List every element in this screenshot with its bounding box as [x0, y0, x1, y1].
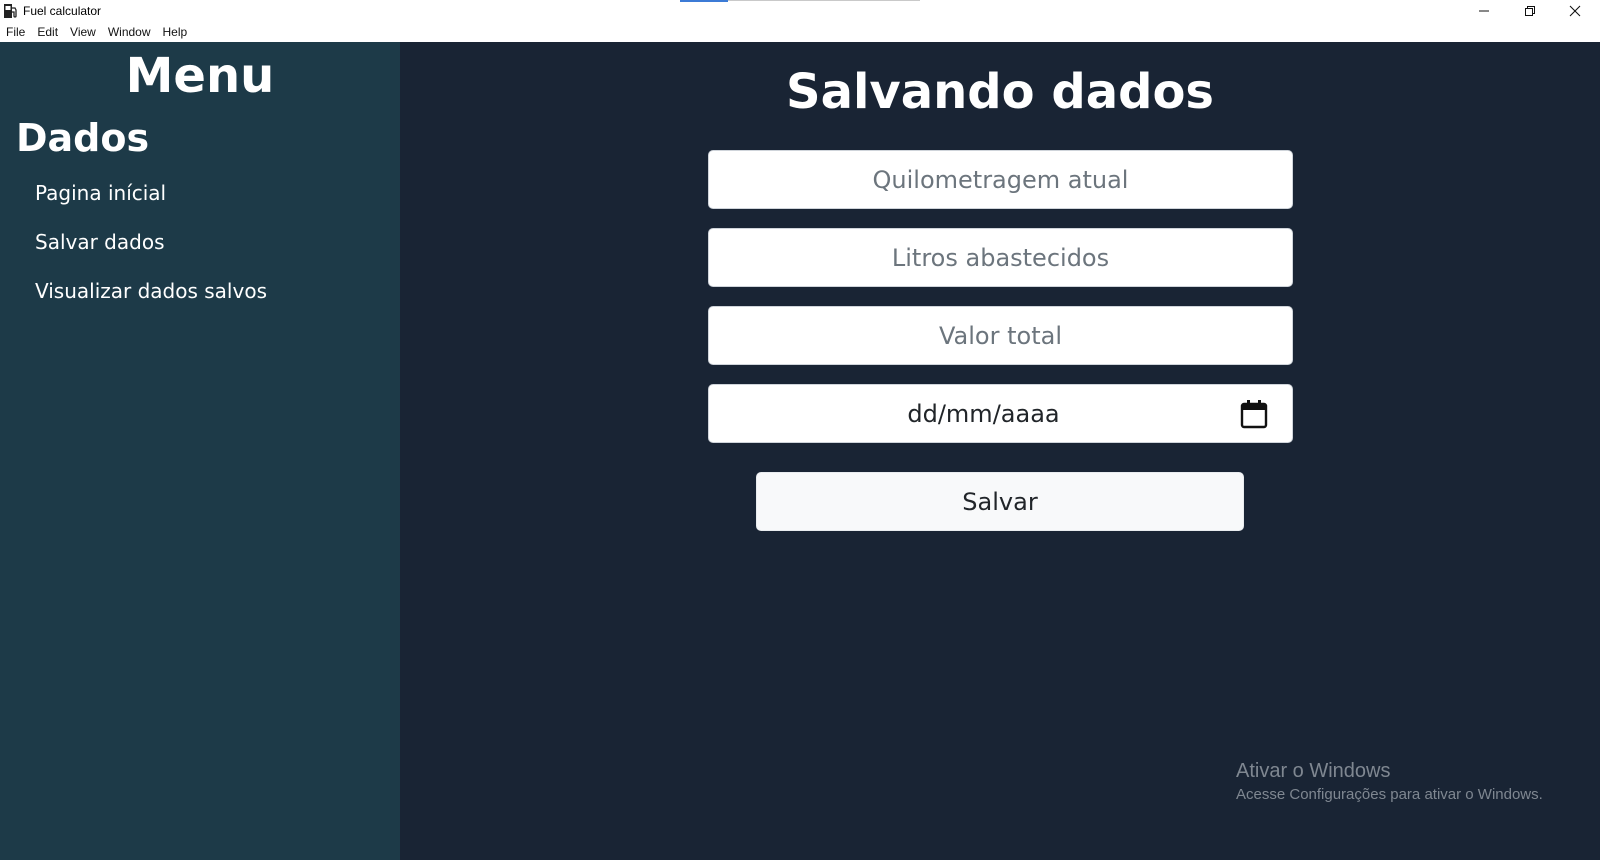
restore-button[interactable]	[1508, 0, 1552, 22]
watermark-title: Ativar o Windows	[1236, 760, 1391, 782]
sidebar: Menu Dados Pagina inícial Salvar dados V…	[0, 42, 400, 860]
close-icon	[1569, 5, 1581, 17]
watermark-subtitle: Acesse Configurações para ativar o Windo…	[1236, 786, 1543, 803]
close-button[interactable]	[1553, 0, 1597, 22]
sidebar-item-view-saved[interactable]: Visualizar dados salvos	[35, 279, 267, 303]
main-content: Salvando dados dd/mm/aaaa Salvar Ativar …	[400, 42, 1600, 860]
page-title: Salvando dados	[786, 64, 1214, 120]
sidebar-item-save-data[interactable]: Salvar dados	[35, 230, 164, 254]
menu-window[interactable]: Window	[108, 25, 151, 39]
liters-field-wrapper	[708, 228, 1293, 287]
date-input[interactable]: dd/mm/aaaa	[708, 384, 1293, 443]
restore-icon	[1525, 6, 1535, 16]
total-field-wrapper	[708, 306, 1293, 365]
title-bar: Fuel calculator	[0, 0, 1600, 22]
save-button[interactable]: Salvar	[756, 472, 1244, 531]
menu-view[interactable]: View	[70, 25, 96, 39]
menu-help[interactable]: Help	[163, 25, 188, 39]
date-value: dd/mm/aaaa	[907, 399, 1060, 428]
activation-watermark: Ativar o Windows Acesse Configurações pa…	[1236, 760, 1543, 803]
window-title: Fuel calculator	[23, 4, 102, 18]
odometer-input[interactable]	[709, 151, 1292, 208]
sidebar-section-title: Dados	[16, 116, 150, 160]
liters-input[interactable]	[709, 229, 1292, 286]
odometer-field-wrapper	[708, 150, 1293, 209]
calendar-icon[interactable]	[1240, 399, 1268, 429]
menu-bar: File Edit View Window Help	[0, 22, 1600, 42]
menu-file[interactable]: File	[6, 25, 25, 39]
sidebar-title: Menu	[125, 48, 275, 104]
total-value-input[interactable]	[709, 307, 1292, 364]
sidebar-item-home[interactable]: Pagina inícial	[35, 181, 166, 205]
minimize-icon	[1479, 10, 1489, 12]
title-accent	[680, 0, 728, 2]
minimize-button[interactable]	[1462, 0, 1506, 22]
menu-edit[interactable]: Edit	[37, 25, 58, 39]
fuel-pump-icon	[4, 4, 17, 18]
title-accent-line	[728, 0, 920, 1]
